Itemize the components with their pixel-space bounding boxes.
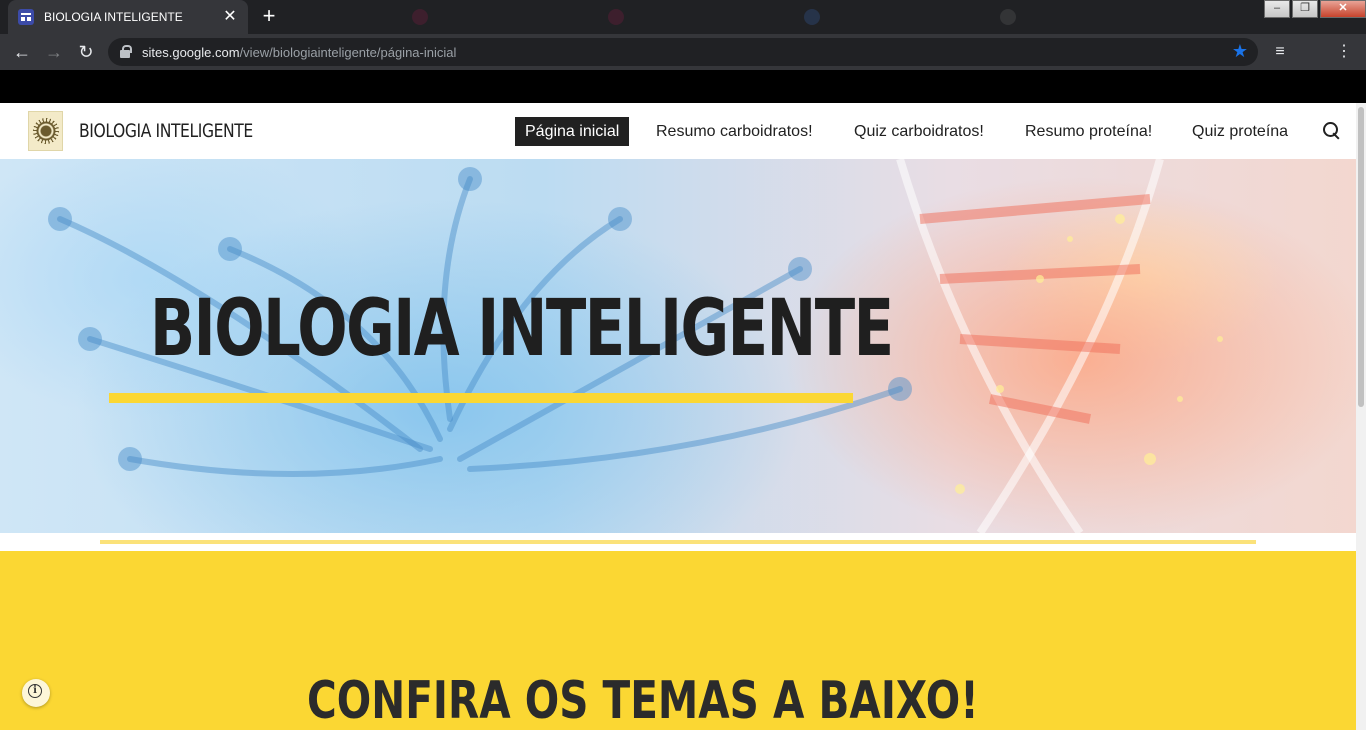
bookmark-star-icon[interactable]: ★ [1232, 41, 1248, 62]
nav-quiz-carboidratos[interactable]: Quiz carboidratos! [844, 117, 994, 146]
page-scrollbar[interactable] [1356, 103, 1366, 730]
maximize-button[interactable]: ❐ [1292, 0, 1318, 18]
tab-title: BIOLOGIA INTELIGENTE [44, 10, 183, 24]
forward-icon[interactable]: → [42, 40, 66, 64]
url-host: sites.google.com [142, 45, 240, 60]
url-path: /view/biologiainteligente/página-inicial [239, 45, 457, 60]
section-divider-line [100, 540, 1256, 544]
tab-close-icon[interactable]: ✕ [222, 9, 238, 25]
tab-background[interactable] [400, 0, 590, 34]
nav-resumo-proteina[interactable]: Resumo proteína! [1015, 117, 1162, 146]
instagram-icon [608, 9, 624, 25]
topics-heading: CONFIRA OS TEMAS A BAIXO! [307, 671, 979, 730]
hero-title: BIOLOGIA INTELIGENTE [150, 284, 894, 374]
nav-pagina-inicial[interactable]: Página inicial [515, 117, 630, 146]
new-tab-button[interactable]: + [256, 5, 282, 29]
site-icon [1000, 9, 1016, 25]
search-icon[interactable] [1322, 121, 1342, 141]
tab-biologia-inteligente[interactable]: BIOLOGIA INTELIGENTE ✕ [8, 0, 248, 34]
nav-resumo-carboidratos[interactable]: Resumo carboidratos! [646, 117, 823, 146]
address-bar[interactable]: sites.google.com/view/biologiainteligent… [108, 38, 1258, 66]
hero-banner: BIOLOGIA INTELIGENTE [0, 159, 1356, 533]
tab-background[interactable] [596, 0, 786, 34]
url-text[interactable]: sites.google.com/view/biologiainteligent… [142, 45, 456, 60]
minimize-button[interactable]: – [1264, 0, 1290, 18]
browser-tab-bar: BIOLOGIA INTELIGENTE ✕ + – ❐ ✕ [0, 0, 1366, 34]
info-icon[interactable] [22, 679, 50, 707]
hero-title-underline [109, 393, 853, 403]
reload-icon[interactable]: ↻ [74, 40, 98, 64]
site-title[interactable]: BIOLOGIA INTELIGENTE [79, 120, 253, 142]
window-close-button[interactable]: ✕ [1320, 0, 1366, 18]
tab-background[interactable] [792, 0, 982, 34]
nav-quiz-proteina[interactable]: Quiz proteína [1182, 117, 1298, 146]
google-icon [804, 9, 820, 25]
sun-emblem-icon [33, 118, 59, 144]
scrollbar-thumb[interactable] [1358, 107, 1364, 407]
media-control-icon[interactable]: ≡ [1268, 40, 1292, 64]
tab-background[interactable] [988, 0, 1168, 34]
browser-toolbar: ← → ↻ sites.google.com/view/biologiainte… [0, 34, 1366, 70]
site-logo[interactable] [28, 111, 63, 151]
lock-icon[interactable] [120, 45, 132, 58]
back-icon[interactable]: ← [10, 40, 34, 64]
google-sites-icon [18, 9, 34, 25]
menu-icon[interactable]: ⋮ [1332, 40, 1356, 64]
topics-section: CONFIRA OS TEMAS A BAIXO! [0, 551, 1356, 730]
web-page: BIOLOGIA INTELIGENTE Página inicial Resu… [0, 103, 1356, 730]
window-controls: – ❐ ✕ [1262, 0, 1366, 18]
instagram-icon [412, 9, 428, 25]
site-header: BIOLOGIA INTELIGENTE Página inicial Resu… [0, 103, 1356, 159]
browser-content-top-band [0, 70, 1366, 103]
